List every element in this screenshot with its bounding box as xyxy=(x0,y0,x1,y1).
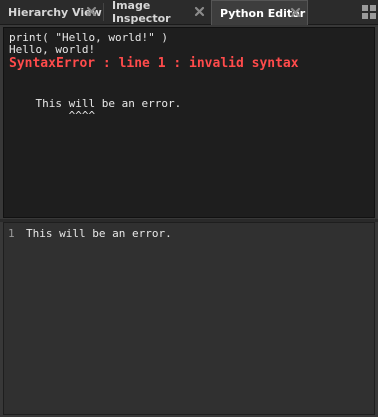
grid-layout-icon[interactable] xyxy=(362,5,376,19)
tab-image-inspector[interactable]: Image Inspector xyxy=(104,0,211,25)
line-number: 1 xyxy=(8,227,15,240)
tab-hierarchy-view[interactable]: Hierarchy View xyxy=(0,0,103,24)
code-editor[interactable]: 1 This will be an error. xyxy=(3,222,375,415)
close-icon[interactable] xyxy=(194,6,205,17)
syntax-error-message: SyntaxError : line 1 : invalid syntax xyxy=(9,56,299,71)
tab-bar: Hierarchy View Image Inspector Python Ed… xyxy=(0,0,378,25)
output-console[interactable]: print( "Hello, world!" ) Hello, world! S… xyxy=(3,27,375,218)
close-icon[interactable] xyxy=(86,6,97,17)
tab-python-editor[interactable]: Python Editor xyxy=(211,0,308,25)
python-editor-window: Hierarchy View Image Inspector Python Ed… xyxy=(0,0,378,417)
output-line: Hello, world! xyxy=(9,43,96,56)
error-caret: ^^^^ xyxy=(9,109,96,122)
close-icon[interactable] xyxy=(290,7,301,18)
code-line[interactable]: This will be an error. xyxy=(26,228,172,240)
